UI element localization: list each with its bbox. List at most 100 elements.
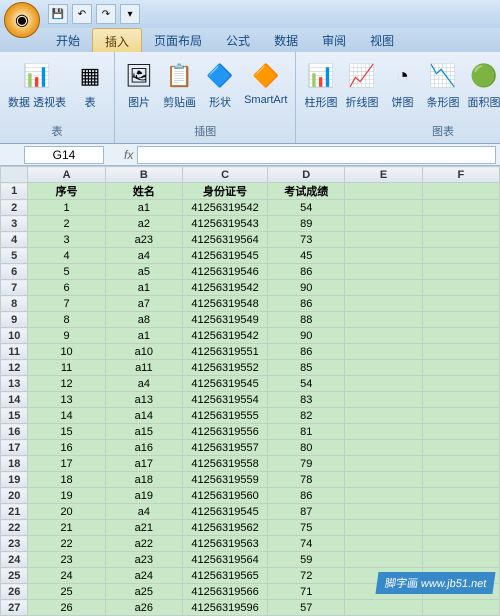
cell[interactable]: 41256319596 [182, 600, 267, 616]
cell[interactable]: 41256319555 [182, 408, 267, 424]
ribbon-btn-面积图[interactable]: 🟢面积图 [465, 58, 500, 112]
cell[interactable] [345, 376, 422, 392]
cell[interactable]: 41256319556 [182, 424, 267, 440]
row-header-22[interactable]: 22 [1, 520, 28, 536]
cell-header[interactable]: 考试成绩 [268, 183, 345, 200]
cell[interactable]: 24 [28, 568, 105, 584]
cell[interactable]: a4 [105, 376, 182, 392]
row-header-27[interactable]: 27 [1, 600, 28, 616]
cell[interactable]: 86 [268, 344, 345, 360]
cell[interactable]: 41256319565 [182, 568, 267, 584]
tab-开始[interactable]: 开始 [44, 28, 92, 52]
ribbon-btn-表[interactable]: ▦表 [72, 58, 108, 112]
qat-dropdown-icon[interactable]: ▾ [120, 4, 140, 24]
cell[interactable] [345, 232, 422, 248]
row-header-16[interactable]: 16 [1, 424, 28, 440]
ribbon-btn-数据透视表[interactable]: 📊数据 透视表 [6, 58, 68, 112]
cell[interactable]: 11 [28, 360, 105, 376]
cell[interactable]: a19 [105, 488, 182, 504]
office-button[interactable]: ◉ [4, 2, 40, 38]
cell[interactable]: 20 [28, 504, 105, 520]
cell[interactable] [345, 520, 422, 536]
cell[interactable]: 9 [28, 328, 105, 344]
row-header-24[interactable]: 24 [1, 552, 28, 568]
fx-icon[interactable]: fx [124, 148, 133, 162]
cell[interactable] [422, 216, 499, 232]
cell[interactable] [422, 280, 499, 296]
col-header-B[interactable]: B [105, 167, 182, 183]
cell[interactable] [345, 504, 422, 520]
cell[interactable]: 41256319549 [182, 312, 267, 328]
cell[interactable]: 54 [268, 376, 345, 392]
cell[interactable]: 86 [268, 296, 345, 312]
cell[interactable] [345, 183, 422, 200]
cell[interactable] [345, 600, 422, 616]
cell[interactable]: 41256319562 [182, 520, 267, 536]
cell[interactable]: 4 [28, 248, 105, 264]
cell[interactable]: 41256319542 [182, 328, 267, 344]
cell[interactable] [345, 472, 422, 488]
cell[interactable]: 2 [28, 216, 105, 232]
cell[interactable] [345, 360, 422, 376]
cell[interactable] [422, 296, 499, 312]
row-header-12[interactable]: 12 [1, 360, 28, 376]
cell[interactable]: 3 [28, 232, 105, 248]
cell[interactable]: 41256319545 [182, 504, 267, 520]
cell[interactable]: 83 [268, 392, 345, 408]
cell[interactable]: a15 [105, 424, 182, 440]
cell[interactable]: 17 [28, 456, 105, 472]
cell[interactable]: 26 [28, 600, 105, 616]
col-header-E[interactable]: E [345, 167, 422, 183]
row-header-7[interactable]: 7 [1, 280, 28, 296]
tab-数据[interactable]: 数据 [262, 28, 310, 52]
cell[interactable]: 25 [28, 584, 105, 600]
save-icon[interactable]: 💾 [48, 4, 68, 24]
cell[interactable] [345, 408, 422, 424]
cell[interactable]: 79 [268, 456, 345, 472]
cell[interactable]: 41256319564 [182, 232, 267, 248]
cell[interactable] [422, 520, 499, 536]
row-header-5[interactable]: 5 [1, 248, 28, 264]
cell[interactable] [422, 376, 499, 392]
tab-页面布局[interactable]: 页面布局 [142, 28, 214, 52]
cell[interactable] [422, 472, 499, 488]
cell[interactable] [422, 200, 499, 216]
cell[interactable]: 1 [28, 200, 105, 216]
cell[interactable]: 13 [28, 392, 105, 408]
cell[interactable]: a13 [105, 392, 182, 408]
cell[interactable]: a18 [105, 472, 182, 488]
cell[interactable] [422, 456, 499, 472]
cell[interactable]: 5 [28, 264, 105, 280]
cell[interactable]: 41256319554 [182, 392, 267, 408]
cell[interactable] [345, 328, 422, 344]
cell[interactable]: a11 [105, 360, 182, 376]
cell[interactable] [422, 392, 499, 408]
cell[interactable]: 85 [268, 360, 345, 376]
cell[interactable]: 87 [268, 504, 345, 520]
cell[interactable] [422, 424, 499, 440]
cell[interactable] [422, 440, 499, 456]
row-header-3[interactable]: 3 [1, 216, 28, 232]
cell[interactable]: 41256319542 [182, 200, 267, 216]
name-box[interactable]: G14 [24, 146, 104, 164]
row-header-15[interactable]: 15 [1, 408, 28, 424]
cell[interactable] [345, 344, 422, 360]
cell[interactable]: 19 [28, 488, 105, 504]
cell[interactable]: 75 [268, 520, 345, 536]
cell[interactable] [422, 600, 499, 616]
cell[interactable]: 18 [28, 472, 105, 488]
col-header-C[interactable]: C [182, 167, 267, 183]
cell[interactable] [422, 360, 499, 376]
tab-公式[interactable]: 公式 [214, 28, 262, 52]
cell[interactable]: a10 [105, 344, 182, 360]
cell[interactable]: 90 [268, 280, 345, 296]
row-header-9[interactable]: 9 [1, 312, 28, 328]
cell[interactable] [345, 280, 422, 296]
cell[interactable]: a21 [105, 520, 182, 536]
cell[interactable]: 80 [268, 440, 345, 456]
cell[interactable]: 54 [268, 200, 345, 216]
tab-插入[interactable]: 插入 [92, 28, 142, 52]
cell[interactable]: a25 [105, 584, 182, 600]
cell[interactable]: 86 [268, 488, 345, 504]
cell[interactable]: 89 [268, 216, 345, 232]
